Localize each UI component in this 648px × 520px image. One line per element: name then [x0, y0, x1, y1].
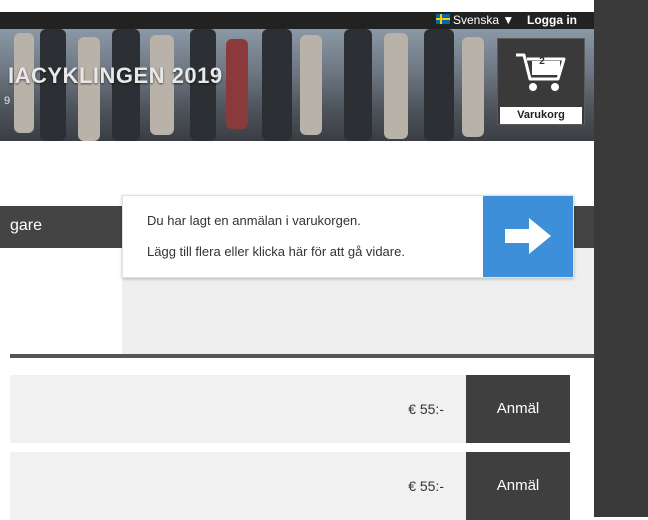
list-item: € 55:- Anmäl — [10, 452, 570, 520]
language-label: Svenska — [453, 13, 500, 27]
register-button[interactable]: Anmäl — [466, 375, 570, 443]
arrow-right-icon — [505, 218, 551, 254]
swedish-flag-icon — [436, 14, 450, 24]
notification-line-2: Lägg till flera eller klicka här för att… — [147, 244, 405, 259]
language-selector[interactable]: Svenska ▼ — [453, 13, 514, 27]
notification-line-1: Du har lagt en anmälan i varukorgen. — [147, 213, 361, 228]
chevron-down-icon: ▼ — [502, 13, 515, 27]
login-link[interactable]: Logga in — [527, 13, 577, 27]
nav-item[interactable]: gare — [10, 217, 42, 235]
price: € 55:- — [408, 401, 444, 417]
cart-button[interactable]: 2 Varukorg — [497, 38, 585, 125]
divider — [10, 354, 594, 358]
cart-notification: Du har lagt en anmälan i varukorgen. Läg… — [122, 195, 574, 278]
right-shade — [594, 0, 648, 517]
banner-title: IACYKLINGEN 2019 — [8, 63, 223, 88]
list-item: € 55:- Anmäl — [10, 375, 570, 443]
register-button[interactable]: Anmäl — [466, 452, 570, 520]
price: € 55:- — [408, 478, 444, 494]
cart-label: Varukorg — [500, 107, 582, 124]
banner-subtitle: 9 — [4, 95, 11, 107]
continue-button[interactable] — [483, 196, 573, 277]
cart-count: 2 — [539, 56, 545, 67]
